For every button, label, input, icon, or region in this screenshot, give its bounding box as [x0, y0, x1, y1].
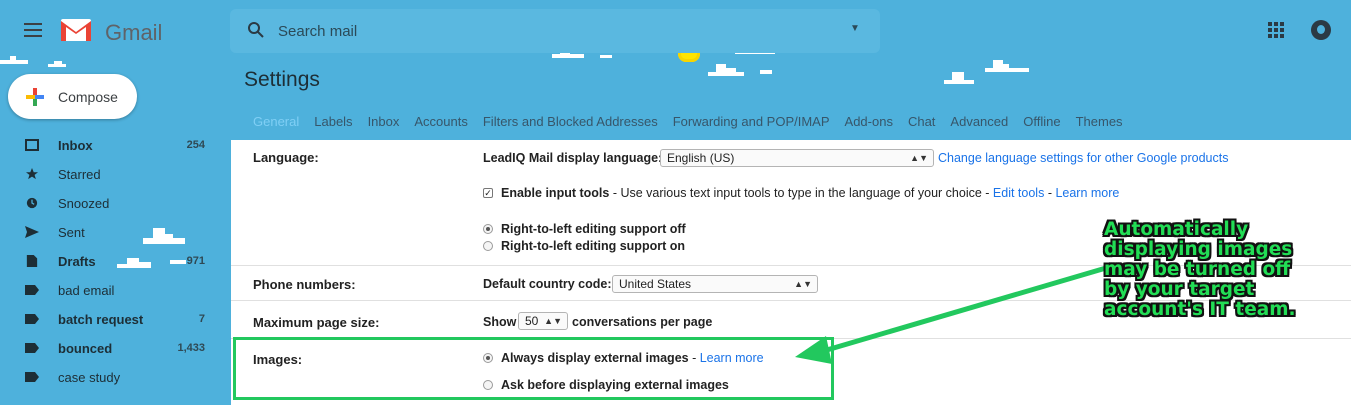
rtl-on-radio[interactable]: [483, 241, 493, 251]
search-icon[interactable]: [247, 21, 265, 39]
search-input[interactable]: [278, 19, 798, 43]
country-code-select[interactable]: United States ▲▼: [612, 275, 818, 293]
tab-themes[interactable]: Themes: [1076, 114, 1123, 129]
top-bar: Gmail ▼: [0, 0, 1351, 62]
sidebar-item-bounced[interactable]: bounced 1,433: [0, 334, 215, 363]
rtl-on-label: Right-to-left editing support on: [501, 239, 685, 253]
menu-icon[interactable]: [24, 23, 42, 37]
tab-addons[interactable]: Add-ons: [845, 114, 893, 129]
display-language-select[interactable]: English (US) ▲▼: [660, 149, 934, 167]
compose-button[interactable]: Compose: [8, 74, 137, 119]
edit-tools-link[interactable]: Edit tools: [993, 186, 1044, 200]
compose-plus-icon: [26, 88, 44, 106]
sidebar-item-sent[interactable]: Sent: [0, 218, 215, 247]
sidebar-item-label: Snoozed: [58, 196, 110, 211]
sidebar-item-label: Starred: [58, 167, 101, 182]
star-icon: [26, 168, 38, 180]
sidebar-item-count: 1,433: [177, 342, 205, 354]
compose-label: Compose: [58, 89, 118, 105]
input-tools-row: Enable input tools - Use various text in…: [501, 186, 1120, 200]
settings-tabs: General Labels Inbox Accounts Filters an…: [253, 114, 1138, 129]
language-label: Language:: [253, 150, 319, 165]
account-avatar-icon[interactable]: [1311, 20, 1331, 40]
gmail-logo-icon[interactable]: [60, 18, 92, 42]
sidebar-item-count: 971: [186, 255, 205, 267]
sidebar-item-label: case study: [58, 370, 121, 385]
change-language-link[interactable]: Change language settings for other Googl…: [938, 151, 1228, 165]
cloud-8: [760, 70, 772, 74]
sidebar-item-label: Sent: [58, 225, 85, 240]
rtl-off-radio[interactable]: [483, 224, 493, 234]
tab-filters[interactable]: Filters and Blocked Addresses: [483, 114, 658, 129]
label-icon: [25, 343, 39, 353]
rtl-off-label: Right-to-left editing support off: [501, 222, 686, 236]
page-title: Settings: [244, 68, 320, 91]
sidebar-item-count: 254: [186, 139, 205, 151]
sidebar-item-label: bad email: [58, 283, 115, 298]
country-code-label: Default country code:: [483, 277, 612, 291]
label-icon: [25, 372, 39, 382]
tab-general[interactable]: General: [253, 114, 299, 129]
label-icon: [25, 314, 39, 324]
sidebar-item-label: Inbox: [58, 138, 93, 153]
sidebar-item-case-study[interactable]: case study: [0, 363, 215, 392]
tab-chat[interactable]: Chat: [908, 114, 935, 129]
display-language-label: LeadIQ Mail display language:: [483, 151, 663, 165]
draft-icon: [26, 255, 38, 267]
tab-forwarding[interactable]: Forwarding and POP/IMAP: [673, 114, 830, 129]
sidebar-item-label: bounced: [58, 341, 113, 356]
send-icon: [25, 226, 39, 238]
inbox-icon: [25, 139, 39, 151]
learn-more-link[interactable]: Learn more: [1055, 186, 1119, 200]
page-size-suffix: conversations per page: [572, 315, 713, 329]
sidebar-item-count: 7: [198, 313, 205, 325]
sidebar-item-inbox[interactable]: Inbox 254: [0, 131, 215, 160]
tab-advanced[interactable]: Advanced: [950, 114, 1008, 129]
cloud-9: [944, 72, 974, 84]
phone-numbers-label: Phone numbers:: [253, 277, 356, 292]
sidebar-nav: Inbox 254 Starred Snoozed Sent Drafts 97…: [0, 131, 215, 392]
clock-icon: [26, 197, 38, 209]
app-name[interactable]: Gmail: [105, 20, 162, 46]
max-page-size-label: Maximum page size:: [253, 315, 380, 330]
sidebar-item-starred[interactable]: Starred: [0, 160, 215, 189]
cloud-7: [708, 64, 744, 76]
input-tools-checkbox[interactable]: ✓: [483, 188, 493, 198]
tab-accounts[interactable]: Accounts: [414, 114, 467, 129]
show-label: Show: [483, 315, 517, 329]
sidebar-item-label: batch request: [58, 312, 144, 327]
sidebar-item-label: Drafts: [58, 254, 96, 269]
sidebar-item-batch-request[interactable]: batch request 7: [0, 305, 215, 334]
tab-inbox[interactable]: Inbox: [368, 114, 400, 129]
annotation-callout: Automatically displaying images may be t…: [1104, 219, 1296, 320]
sidebar-item-bad-email[interactable]: bad email: [0, 276, 215, 305]
tab-labels[interactable]: Labels: [314, 114, 352, 129]
sidebar-item-snoozed[interactable]: Snoozed: [0, 189, 215, 218]
search-options-icon[interactable]: ▼: [850, 23, 860, 34]
search-bar[interactable]: ▼: [230, 9, 880, 53]
page-size-select[interactable]: 50 ▲▼: [518, 312, 568, 330]
tab-offline[interactable]: Offline: [1023, 114, 1060, 129]
sidebar-item-drafts[interactable]: Drafts 971: [0, 247, 215, 276]
images-highlight-box: [233, 337, 834, 400]
apps-grid-icon[interactable]: [1268, 22, 1284, 38]
label-icon: [25, 285, 39, 295]
